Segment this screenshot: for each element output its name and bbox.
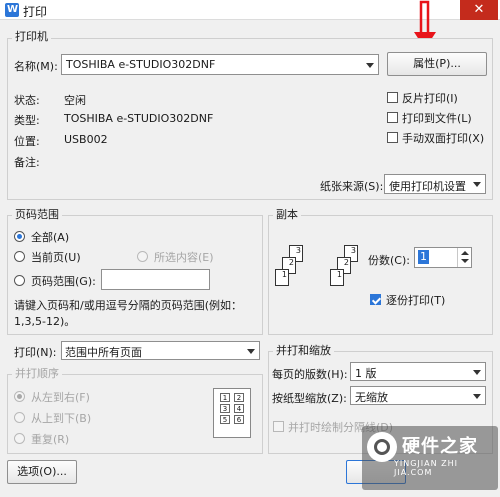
scale-value: 无缩放 <box>355 391 388 404</box>
current-page-label[interactable]: 当前页(U) <box>31 249 81 265</box>
draw-lines-checkbox[interactable] <box>273 421 284 432</box>
copies-count-label: 份数(C): <box>368 254 410 267</box>
print-what-label: 打印(N): <box>14 346 57 359</box>
spinner-buttons[interactable] <box>457 248 471 267</box>
repeat-radio[interactable] <box>14 433 25 444</box>
repeat-label[interactable]: 重复(R) <box>31 431 69 447</box>
watermark-overlay: 硬件之家 YINGJIAN ZHI JIA.COM <box>362 426 498 490</box>
top-to-bottom-radio[interactable] <box>14 412 25 423</box>
window-title: 打印 <box>23 5 48 19</box>
page-range-title: 页码范围 <box>12 208 62 222</box>
chevron-down-icon <box>473 393 481 399</box>
top-to-bottom-label[interactable]: 从上到下(B) <box>31 410 91 426</box>
print-to-file-label[interactable]: 打印到文件(L) <box>402 110 472 126</box>
copies-count-value: 1 <box>418 250 429 264</box>
pages-per-sheet-select[interactable]: 1 版 <box>350 362 486 381</box>
printer-name-label: 名称(M): <box>14 60 58 73</box>
copies-title: 副本 <box>273 208 301 222</box>
comment-label: 备注: <box>14 156 40 169</box>
spin-down-icon[interactable] <box>461 259 469 263</box>
collate-illustration-icon: 3 2 1 <box>275 245 315 303</box>
type-value: TOSHIBA e-STUDIO302DNF <box>64 112 214 125</box>
options-button[interactable]: 选项(O)... <box>7 460 77 484</box>
page-range-hint-line2: 1,3,5-12)。 <box>14 315 76 328</box>
chevron-down-icon <box>366 62 374 68</box>
page-range-radio[interactable] <box>14 275 25 286</box>
paper-source-select[interactable]: 使用打印机设置 <box>384 174 486 194</box>
print-order-title: 并打顺序 <box>12 367 62 381</box>
status-value: 空闲 <box>64 94 86 107</box>
spin-up-icon[interactable] <box>461 251 469 255</box>
reverse-print-checkbox[interactable] <box>387 92 398 103</box>
print-to-file-checkbox[interactable] <box>387 112 398 123</box>
left-to-right-radio[interactable] <box>14 391 25 402</box>
collate-checkbox[interactable] <box>370 294 381 305</box>
page-range-input[interactable] <box>101 269 210 290</box>
close-button[interactable]: ✕ <box>460 0 498 20</box>
manual-duplex-checkbox[interactable] <box>387 132 398 143</box>
type-label: 类型: <box>14 114 40 127</box>
pages-per-sheet-value: 1 版 <box>355 367 377 380</box>
collate-illustration-icon: 3 2 1 <box>330 245 370 303</box>
scale-select[interactable]: 无缩放 <box>350 386 486 405</box>
watermark-url: YINGJIAN ZHI JIA.COM <box>394 459 459 477</box>
scale-label: 按纸型缩放(Z): <box>272 392 347 405</box>
print-what-value: 范围中所有页面 <box>65 346 142 359</box>
manual-duplex-label[interactable]: 手动双面打印(X) <box>402 130 484 146</box>
pages-per-sheet-label: 每页的版数(H): <box>272 368 348 381</box>
all-pages-radio[interactable] <box>14 231 25 242</box>
chevron-down-icon <box>473 182 481 187</box>
printer-name-value: TOSHIBA e-STUDIO302DNF <box>66 58 216 71</box>
selection-label[interactable]: 所选内容(E) <box>154 249 214 265</box>
app-icon: W <box>5 3 19 17</box>
page-range-hint-line1: 请键入页码和/或用逗号分隔的页码范围(例如： <box>14 299 242 312</box>
page-range-label[interactable]: 页码范围(G): <box>31 273 96 289</box>
reverse-print-label[interactable]: 反片打印(I) <box>402 90 458 106</box>
printer-group-title: 打印机 <box>12 30 51 44</box>
copies-count-spinner[interactable]: 1 <box>414 247 472 268</box>
status-label: 状态: <box>14 94 40 107</box>
current-page-radio[interactable] <box>14 251 25 262</box>
location-label: 位置: <box>14 135 40 148</box>
location-value: USB002 <box>64 133 108 146</box>
selection-radio[interactable] <box>137 251 148 262</box>
paper-source-value: 使用打印机设置 <box>389 180 466 193</box>
print-what-select[interactable]: 范围中所有页面 <box>61 341 260 360</box>
paper-source-label: 纸张来源(S): <box>320 180 384 193</box>
zoom-title: 并打和缩放 <box>273 344 334 358</box>
watermark-name: 硬件之家 <box>402 436 478 457</box>
printer-name-select[interactable]: TOSHIBA e-STUDIO302DNF <box>61 54 379 75</box>
watermark-logo-icon <box>367 432 397 462</box>
page-order-preview-icon: 1 2 3 4 5 6 <box>213 388 251 438</box>
chevron-down-icon <box>473 369 481 375</box>
properties-button[interactable]: 属性(P)... <box>387 52 487 76</box>
left-to-right-label[interactable]: 从左到右(F) <box>31 389 90 405</box>
chevron-down-icon <box>247 348 255 354</box>
collate-label[interactable]: 逐份打印(T) <box>386 292 445 308</box>
all-pages-label[interactable]: 全部(A) <box>31 229 69 245</box>
